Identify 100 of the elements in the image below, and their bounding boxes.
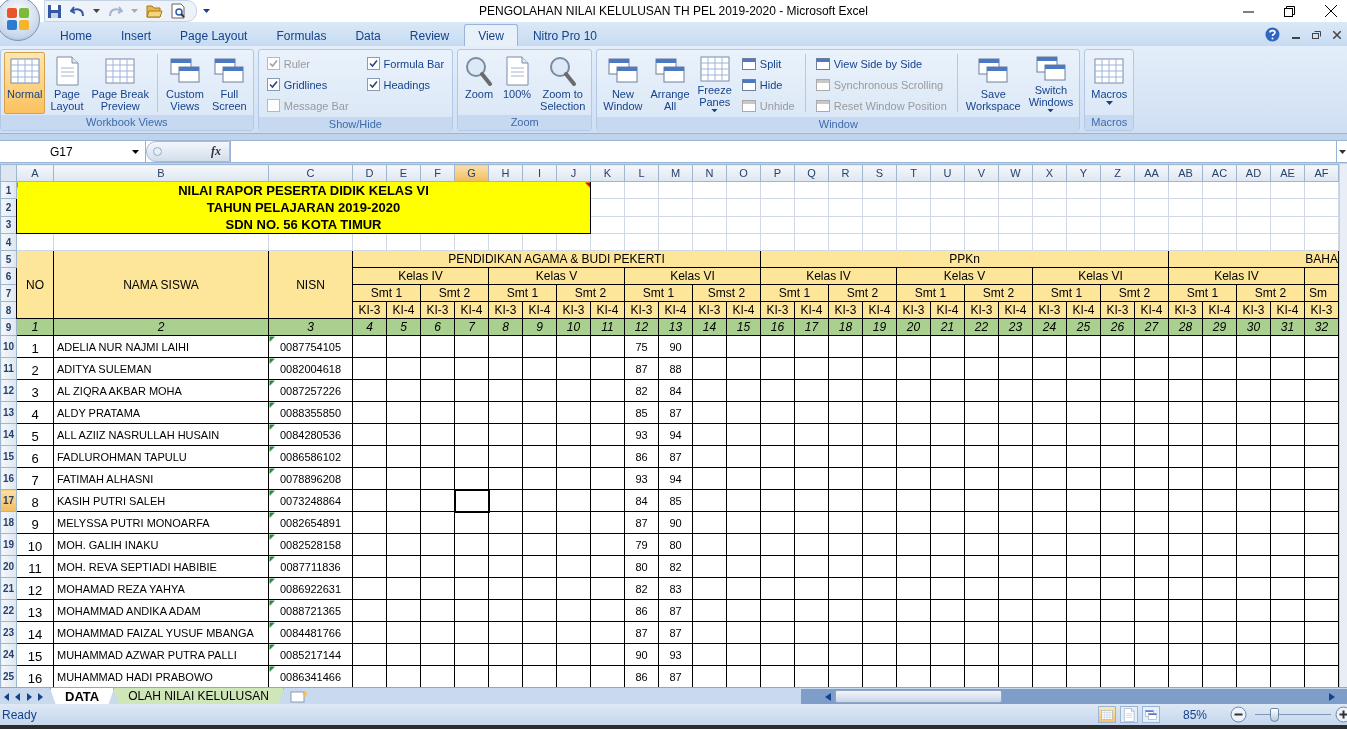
- row-header[interactable]: 17: [0, 489, 17, 512]
- vertical-scrollbar[interactable]: [1339, 164, 1347, 687]
- row-header[interactable]: 14: [0, 423, 17, 446]
- nav-arrow-icon[interactable]: [38, 692, 45, 701]
- ribbon-button[interactable]: Page Layout: [47, 52, 87, 114]
- row-header[interactable]: 21: [0, 577, 17, 600]
- function-button-area[interactable]: fx: [146, 141, 230, 162]
- office-button[interactable]: [0, 0, 40, 41]
- ribbon-button[interactable]: Macros: [1088, 52, 1131, 114]
- column-header[interactable]: R: [828, 164, 863, 182]
- ribbon-tab[interactable]: Insert: [107, 24, 166, 46]
- ribbon-button[interactable]: Full Screen: [208, 52, 250, 114]
- column-header[interactable]: W: [998, 164, 1033, 182]
- view-button[interactable]: [1142, 706, 1160, 723]
- ribbon-button[interactable]: 100%: [499, 52, 536, 114]
- active-cell[interactable]: [454, 489, 489, 512]
- ribbon-button[interactable]: Zoom: [461, 52, 498, 114]
- scroll-left-icon[interactable]: [825, 692, 831, 701]
- row-header[interactable]: 18: [0, 511, 17, 534]
- row-header[interactable]: 20: [0, 555, 17, 578]
- row-header[interactable]: 11: [0, 357, 17, 380]
- close-icon[interactable]: [1325, 5, 1337, 17]
- column-header[interactable]: J: [556, 164, 591, 182]
- ribbon-tab[interactable]: View: [464, 24, 518, 46]
- ribbon-tab[interactable]: Data: [341, 24, 395, 46]
- restore-icon[interactable]: [1312, 30, 1321, 39]
- ribbon-button[interactable]: Page Break Preview: [88, 52, 152, 114]
- column-header[interactable]: Q: [794, 164, 829, 182]
- column-header[interactable]: O: [726, 164, 761, 182]
- scroll-right-icon[interactable]: [1329, 692, 1335, 701]
- column-header[interactable]: AE: [1270, 164, 1305, 182]
- column-header[interactable]: X: [1032, 164, 1067, 182]
- zoom-out-icon[interactable]: [1230, 706, 1247, 723]
- column-header[interactable]: A: [16, 164, 54, 182]
- column-header[interactable]: D: [352, 164, 387, 182]
- column-header[interactable]: Y: [1066, 164, 1101, 182]
- ribbon-button[interactable]: View Side by Side: [813, 53, 949, 74]
- ribbon-button[interactable]: Normal: [4, 52, 46, 114]
- row-header[interactable]: 19: [0, 533, 17, 556]
- column-header[interactable]: C: [268, 164, 353, 182]
- ribbon-button[interactable]: Freeze Panes: [694, 52, 735, 114]
- help-icon[interactable]: [1265, 27, 1280, 42]
- ribbon-button[interactable]: Switch Windows: [1025, 52, 1077, 114]
- column-header[interactable]: AA: [1134, 164, 1169, 182]
- horizontal-scrollbar[interactable]: [801, 689, 1347, 704]
- restore-icon[interactable]: [1284, 5, 1295, 17]
- zoom-in-icon[interactable]: [1335, 706, 1347, 723]
- column-header[interactable]: Z: [1100, 164, 1135, 182]
- row-header[interactable]: 16: [0, 467, 17, 490]
- checkbox-icon[interactable]: [366, 57, 380, 70]
- row-header[interactable]: 22: [0, 599, 17, 622]
- column-header[interactable]: V: [964, 164, 999, 182]
- column-header[interactable]: U: [930, 164, 965, 182]
- column-header[interactable]: T: [896, 164, 931, 182]
- checkbox-icon[interactable]: [366, 78, 380, 91]
- column-header[interactable]: K: [590, 164, 625, 182]
- ribbon-tab[interactable]: Formulas: [262, 24, 341, 46]
- column-header[interactable]: S: [862, 164, 897, 182]
- row-header[interactable]: 10: [0, 335, 17, 358]
- ribbon-checkbox[interactable]: Gridlines: [264, 74, 351, 95]
- name-box[interactable]: G17: [0, 141, 146, 162]
- ribbon-button[interactable]: Save Workspace: [962, 52, 1024, 114]
- column-header[interactable]: E: [386, 164, 421, 182]
- ribbon-button[interactable]: Zoom to Selection: [537, 52, 589, 114]
- folder-icon[interactable]: [146, 4, 163, 18]
- row-header[interactable]: 13: [0, 401, 17, 424]
- undo-icon[interactable]: [70, 4, 85, 18]
- row-header[interactable]: 24: [0, 643, 17, 666]
- ribbon-tab[interactable]: Review: [395, 24, 464, 46]
- ribbon-tab[interactable]: Nitro Pro 10: [518, 24, 611, 46]
- column-header[interactable]: G: [454, 164, 489, 182]
- nav-arrow-icon[interactable]: [2, 692, 9, 701]
- save-icon[interactable]: [47, 3, 62, 19]
- column-header[interactable]: P: [760, 164, 795, 182]
- ribbon-button[interactable]: Arrange All: [647, 52, 693, 114]
- column-header[interactable]: I: [522, 164, 557, 182]
- column-header[interactable]: B: [53, 164, 269, 182]
- column-header[interactable]: F: [420, 164, 455, 182]
- column-header[interactable]: AF: [1304, 164, 1339, 182]
- print-preview-icon[interactable]: [171, 3, 186, 19]
- ribbon-tab[interactable]: Page Layout: [166, 24, 262, 46]
- row-header[interactable]: 23: [0, 621, 17, 644]
- column-header[interactable]: AD: [1236, 164, 1271, 182]
- close-icon[interactable]: [1333, 30, 1341, 39]
- row-header[interactable]: 25: [0, 665, 17, 687]
- ribbon-button[interactable]: Hide: [739, 74, 797, 95]
- ribbon-button[interactable]: Split: [739, 53, 797, 74]
- column-header[interactable]: M: [658, 164, 693, 182]
- ribbon-checkbox[interactable]: Formula Bar: [364, 53, 447, 74]
- ribbon-button[interactable]: New Window: [600, 52, 646, 114]
- row-header[interactable]: 12: [0, 379, 17, 402]
- column-header[interactable]: N: [692, 164, 727, 182]
- column-header[interactable]: AC: [1202, 164, 1237, 182]
- column-header[interactable]: H: [488, 164, 523, 182]
- row-header[interactable]: 15: [0, 445, 17, 468]
- insert-function-button[interactable]: fx: [211, 144, 221, 159]
- column-header[interactable]: AB: [1168, 164, 1203, 182]
- ribbon-button[interactable]: Custom Views: [162, 52, 207, 114]
- ribbon-tab[interactable]: Home: [46, 24, 106, 46]
- slider-thumb[interactable]: [1270, 707, 1279, 722]
